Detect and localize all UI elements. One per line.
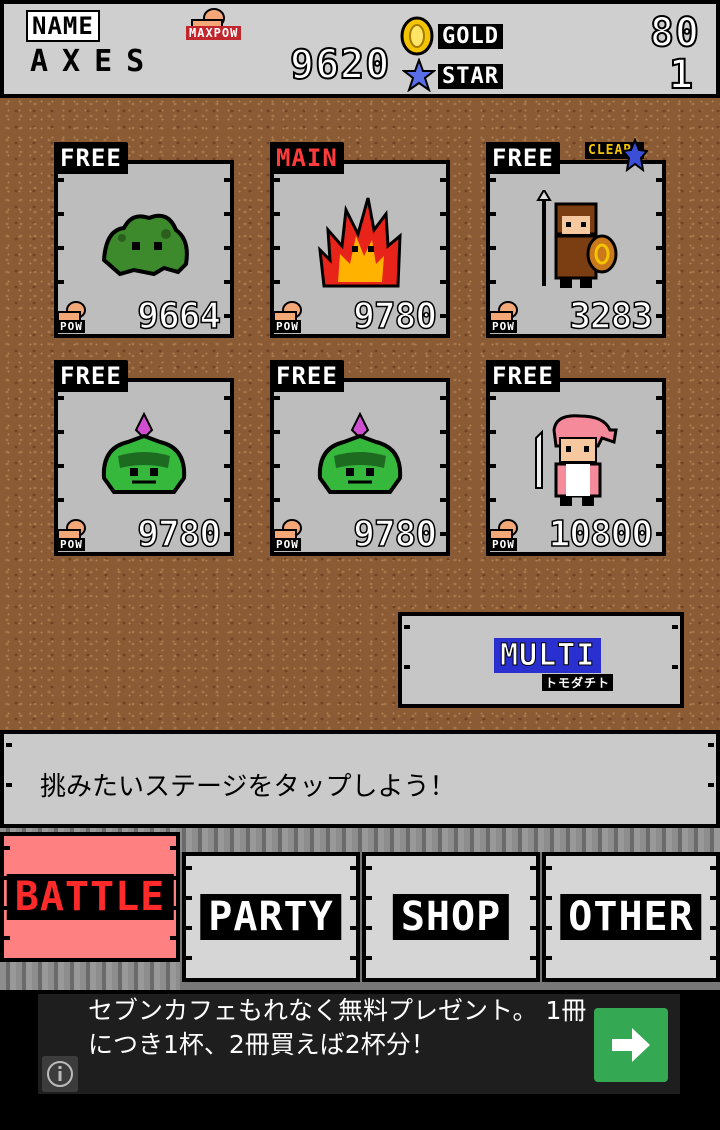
instruction-message: 挑みたいステージをタップしよう！ (40, 772, 456, 802)
fire-elemental-icon (318, 197, 402, 288)
multi-button[interactable]: MULTI トモダチト (398, 612, 684, 708)
pow-label: POW (274, 320, 301, 333)
pow-label: POW (490, 538, 517, 551)
star-value: 1 (668, 51, 694, 99)
stage-pow-value: 9780 (353, 513, 438, 556)
tab-party-label: PARTY (200, 894, 342, 940)
stage-card-2[interactable]: MAIN POW 9780 (270, 142, 450, 338)
tab-battle-label: BATTLE (6, 874, 174, 920)
tab-party[interactable]: PARTY (182, 852, 360, 982)
shield-warrior-icon (536, 190, 618, 288)
green-slime-monster-icon (101, 213, 189, 277)
stage-pow-value: 9780 (137, 513, 222, 556)
maxpow-value: 9620 (289, 41, 391, 89)
stage-pow-value: 9780 (353, 295, 438, 338)
tab-other[interactable]: OTHER (542, 852, 720, 982)
stage-tag: MAIN (270, 142, 344, 174)
ad-banner[interactable]: セブンカフェもれなく無料プレゼント。 1冊につき1杯、2冊買えば2杯分！ (38, 994, 680, 1094)
name-label: NAME (26, 10, 100, 42)
multi-sub-label: トモダチト (542, 674, 614, 691)
stage-card-3[interactable]: FREE CLEAR! POW 3283 (486, 138, 666, 338)
stage-pow-value: 3283 (569, 295, 654, 338)
multi-label: MULTI (494, 638, 602, 674)
pow-label: POW (58, 538, 85, 551)
gold-coin-icon (400, 16, 434, 56)
stage-tag: FREE (270, 360, 344, 392)
star-label: STAR (438, 64, 503, 89)
tab-shop-label: SHOP (392, 894, 510, 940)
pow-label: POW (490, 320, 517, 333)
stage-tag: FREE (54, 360, 128, 392)
flower-plant-monster-icon (101, 411, 187, 494)
stage-card-1[interactable]: FREE POW 9664 (54, 142, 234, 338)
pow-label: POW (274, 538, 301, 551)
stage-pow-value: 9664 (137, 295, 222, 338)
stage-card-6[interactable]: FREE POW 10800 (486, 360, 666, 556)
pink-hair-swordsman-icon (535, 414, 618, 506)
stage-tag: FREE (54, 142, 128, 174)
star-icon (402, 58, 436, 92)
message-box: 挑みたいステージをタップしよう！ (0, 730, 720, 828)
status-header: NAME AXES MAXPOW 9620 GOLD STAR 80 1 (0, 0, 720, 99)
tab-bar-stone-bottom (0, 962, 180, 990)
info-icon[interactable] (42, 1056, 78, 1092)
arrow-right-icon[interactable] (594, 1008, 668, 1082)
tab-other-label: OTHER (560, 894, 702, 940)
ad-text: セブンカフェもれなく無料プレゼント。 1冊につき1杯、2冊買えば2杯分！ (88, 996, 587, 1059)
pow-label: POW (58, 320, 85, 333)
stage-card-5[interactable]: FREE POW 9780 (270, 360, 450, 556)
stage-card-4[interactable]: FREE POW 9780 (54, 360, 234, 556)
tab-battle[interactable]: BATTLE (0, 832, 180, 962)
stage-pow-value: 10800 (548, 513, 654, 556)
gold-label: GOLD (438, 24, 503, 49)
gold-value: 80 (649, 9, 700, 57)
stage-tag: FREE (486, 142, 560, 174)
stage-tag: FREE (486, 360, 560, 392)
flower-plant-monster-icon (317, 411, 403, 494)
tab-shop[interactable]: SHOP (362, 852, 540, 982)
player-name: AXES (30, 44, 159, 79)
maxpow-label: MAXPOW (186, 26, 242, 40)
clear-flag-icon (622, 138, 648, 172)
